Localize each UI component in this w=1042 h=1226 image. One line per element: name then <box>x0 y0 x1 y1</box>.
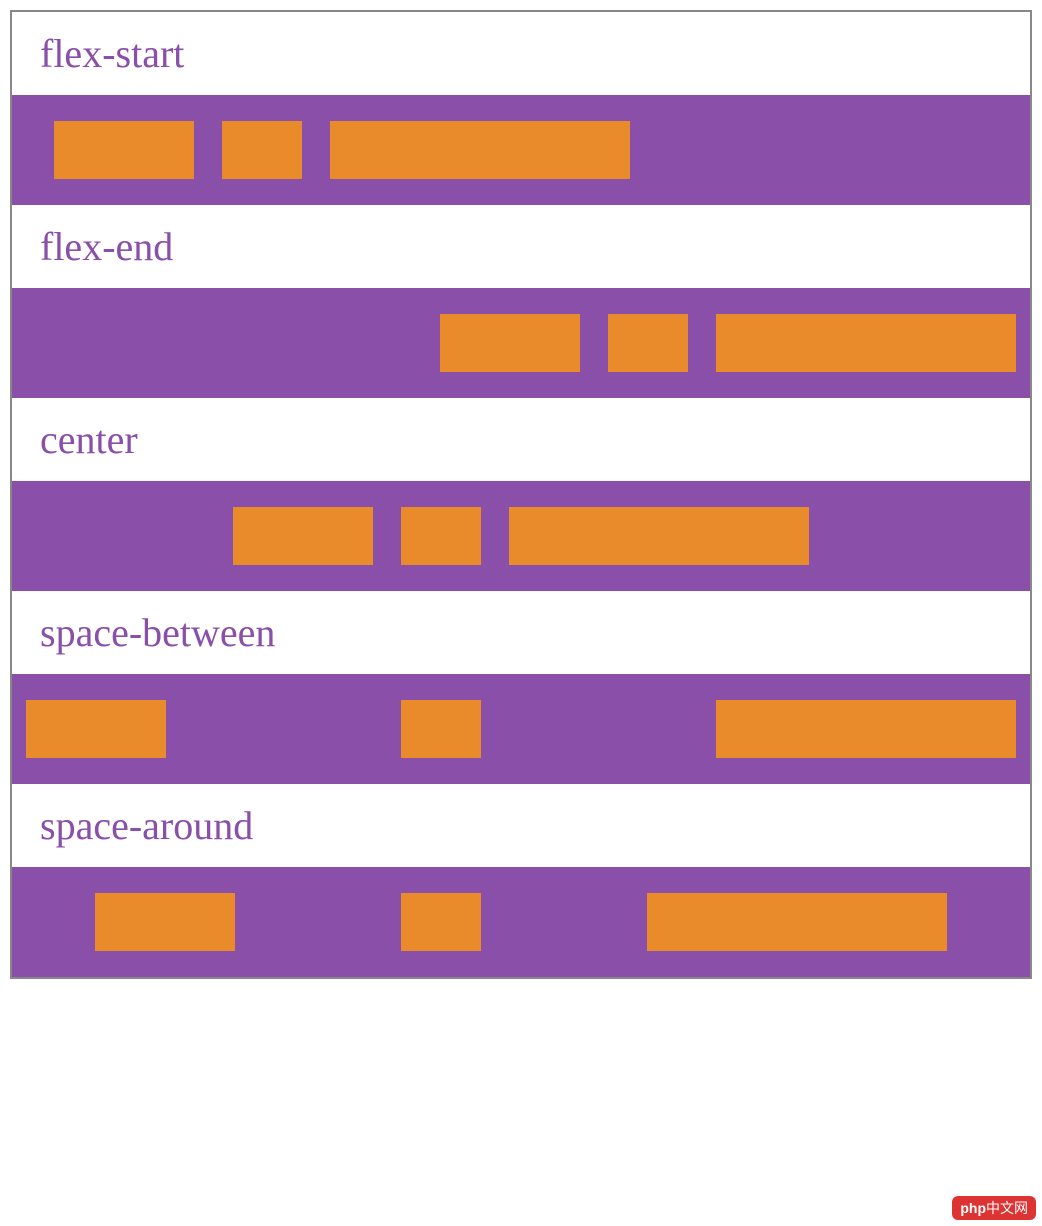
row-center <box>12 481 1030 591</box>
watermark: php中文网 <box>952 1196 1036 1220</box>
flex-box <box>716 314 1016 372</box>
flex-box <box>222 121 302 179</box>
flex-box <box>647 893 947 951</box>
section-center: center <box>12 398 1030 591</box>
label-flex-start: flex-start <box>12 12 1030 95</box>
label-center: center <box>12 398 1030 481</box>
watermark-prefix: php <box>960 1200 986 1216</box>
flex-box <box>330 121 630 179</box>
section-space-between: space-between <box>12 591 1030 784</box>
flex-box <box>54 121 194 179</box>
row-space-between <box>12 674 1030 784</box>
flex-box <box>233 507 373 565</box>
flex-box <box>716 700 1016 758</box>
flex-box <box>440 314 580 372</box>
label-space-between: space-between <box>12 591 1030 674</box>
row-flex-start <box>12 95 1030 205</box>
section-flex-end: flex-end <box>12 205 1030 398</box>
label-space-around: space-around <box>12 784 1030 867</box>
diagram-container: flex-start flex-end center space-between <box>10 10 1032 979</box>
flex-box <box>401 700 481 758</box>
watermark-text: 中文网 <box>986 1200 1028 1216</box>
row-flex-end <box>12 288 1030 398</box>
flex-box <box>608 314 688 372</box>
section-space-around: space-around <box>12 784 1030 977</box>
row-space-around <box>12 867 1030 977</box>
flex-box <box>95 893 235 951</box>
flex-box <box>401 507 481 565</box>
flex-box <box>401 893 481 951</box>
label-flex-end: flex-end <box>12 205 1030 288</box>
flex-box <box>26 700 166 758</box>
section-flex-start: flex-start <box>12 12 1030 205</box>
flex-box <box>509 507 809 565</box>
